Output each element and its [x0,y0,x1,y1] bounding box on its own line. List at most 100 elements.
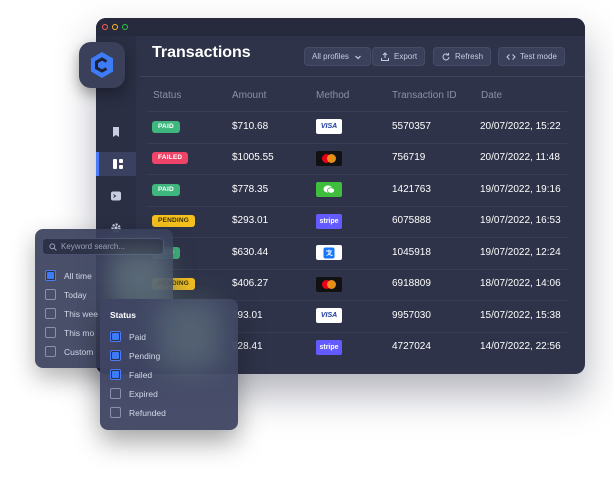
checkbox[interactable] [45,308,56,319]
status-badge: FAILED [152,152,189,165]
checkbox[interactable] [45,346,56,357]
dashboard-icon [112,159,123,169]
option-label: Custom [64,346,94,357]
checkbox[interactable] [110,369,121,380]
option-label: Today [64,289,87,300]
column-header-transaction-id[interactable]: Transaction ID [392,90,457,101]
transaction-id-cell: 9957030 [392,309,431,321]
profile-filter-dropdown[interactable]: All profiles [304,47,371,66]
refresh-label: Refresh [455,52,484,61]
date-cell: 19/07/2022, 16:53 [480,215,561,227]
column-header-status[interactable]: Status [153,90,181,101]
option-label: All time [64,270,92,281]
date-option-this-month[interactable]: This mo [45,327,94,338]
checkbox[interactable] [110,388,121,399]
date-cell: 19/07/2022, 12:24 [480,246,561,258]
column-header-amount[interactable]: Amount [232,90,266,101]
transaction-id-cell: 1421763 [392,183,431,195]
status-option-paid[interactable]: Paid [110,331,146,342]
transaction-id-cell: 6918809 [392,278,431,290]
status-option-expired[interactable]: Expired [110,388,158,399]
column-header-method[interactable]: Method [316,90,349,101]
terminal-icon [111,191,121,201]
sidebar-item-terminal[interactable] [96,184,136,208]
refresh-icon [442,52,450,60]
refresh-button[interactable]: Refresh [433,47,492,66]
status-badge: PENDING [152,215,196,228]
transaction-id-cell: 6075888 [392,215,431,227]
visa-icon: VISA [316,119,342,135]
profile-filter-label: All profiles [312,52,349,61]
date-cell: 18/07/2022, 14:06 [480,278,561,290]
transaction-id-cell: 4727024 [392,341,431,353]
amount-cell: $293.01 [232,215,269,227]
transaction-id-cell: 1045918 [392,246,431,258]
option-label: Failed [129,369,153,380]
date-option-today[interactable]: Today [45,289,87,300]
checkbox[interactable] [45,289,56,300]
app-logo [79,42,125,88]
option-label: This wee [64,308,99,319]
checkbox[interactable] [45,327,56,338]
date-option-custom[interactable]: Custom [45,346,93,357]
row-divider [147,205,567,207]
amount-cell: $630.44 [232,246,269,258]
checkbox[interactable] [110,407,121,418]
date-option-all-time[interactable]: All time [45,270,92,281]
date-cell: 20/07/2022, 15:22 [480,120,561,132]
search-icon [49,242,57,251]
sidebar-item-dashboard[interactable] [96,152,136,176]
checkbox[interactable] [110,350,121,361]
row-divider [147,237,567,238]
stripe-icon: stripe [316,339,342,355]
mastercard-icon [316,150,342,166]
status-option-failed[interactable]: Failed [110,369,152,380]
row-divider [147,174,567,175]
option-label: Pending [129,350,161,361]
option-label: This mo [64,327,95,338]
minimize-dot[interactable] [112,24,118,30]
sidebar-item-bookmarks[interactable] [96,120,136,144]
status-badge: PAID [152,120,180,133]
amount-cell: $710.68 [232,120,269,132]
status-option-pending[interactable]: Pending [110,350,160,361]
page-title: Transactions [152,44,251,61]
export-icon [381,51,389,61]
row-divider [147,111,567,112]
amount-cell: $406.27 [232,278,269,290]
stage: Transactions All profiles Export Refresh… [0,0,613,477]
test-mode-button[interactable]: Test mode [498,47,565,66]
date-cell: 19/07/2022, 19:16 [480,183,561,195]
option-label: Refunded [129,407,166,418]
transaction-id-cell: 5570357 [392,120,431,132]
date-cell: 14/07/2022, 22:56 [480,341,561,353]
option-label: Expired [129,388,158,399]
status-filter-title: Status [110,310,136,320]
date-option-this-week[interactable]: This wee [45,308,98,319]
test-mode-label: Test mode [520,52,557,61]
header-divider [140,76,585,77]
visa-icon: VISA [316,308,342,324]
date-cell: 15/07/2022, 15:38 [480,309,561,321]
checkbox[interactable] [110,331,121,342]
bookmark-icon [113,127,119,137]
amount-cell: $778.35 [232,183,269,195]
close-dot[interactable] [102,24,108,30]
logo-icon [91,52,113,78]
export-label: Export [394,52,418,61]
export-button[interactable]: Export [372,47,426,66]
glass-highlight [160,300,220,370]
option-label: Paid [129,331,147,342]
maximize-dot[interactable] [122,24,128,30]
column-header-date[interactable]: Date [481,90,502,101]
amount-cell: $1005.55 [232,152,274,164]
alipay-icon [316,245,342,261]
mastercard-icon [316,276,342,292]
row-divider [147,268,567,270]
date-cell: 20/07/2022, 11:48 [480,152,560,164]
checkbox[interactable] [45,270,56,281]
title-bar [96,18,585,36]
transaction-id-cell: 756719 [392,152,426,164]
code-icon [506,53,516,60]
status-option-refunded[interactable]: Refunded [110,407,166,418]
